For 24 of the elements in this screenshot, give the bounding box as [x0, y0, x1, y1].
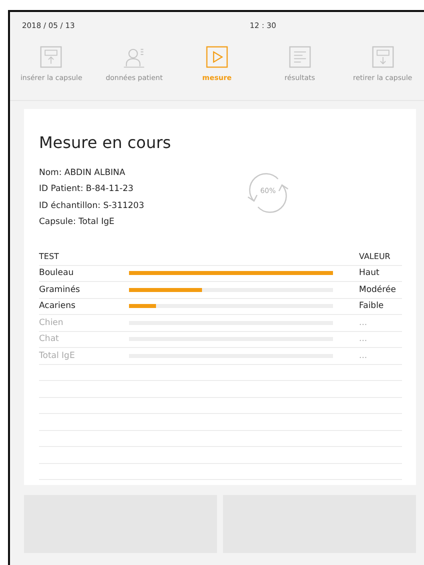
result-value: ... [359, 331, 402, 348]
info-text: Nom: ABDIN ALBINA [39, 168, 126, 180]
column-header: VALEUR [359, 249, 402, 266]
info-text: ID Patient: B-84-11-23 [39, 184, 134, 196]
result-value: Faible [359, 298, 402, 315]
result-value: ... [359, 348, 402, 364]
play-icon [206, 46, 228, 68]
result-value: Modérée [359, 282, 402, 298]
test-name: Graminés [39, 282, 129, 298]
test-name: Chat [39, 331, 129, 348]
document-icon [288, 46, 311, 68]
tray-up-icon [40, 46, 62, 68]
test-name: Total IgE [39, 348, 129, 364]
info-text: ID échantillon: S-311203 [39, 200, 146, 213]
tray-down-icon [372, 46, 394, 68]
info-text: Capsule: Total IgE [39, 216, 116, 229]
page-title: Mesure en cours [39, 133, 172, 152]
test-name: Acariens [39, 298, 129, 315]
result-value: Haut [359, 265, 402, 282]
column-header: TEST [39, 249, 129, 266]
test-name: Chien [39, 314, 129, 332]
person-icon [123, 46, 146, 68]
test-name: Bouleau [39, 265, 129, 282]
result-value: ... [359, 314, 402, 332]
